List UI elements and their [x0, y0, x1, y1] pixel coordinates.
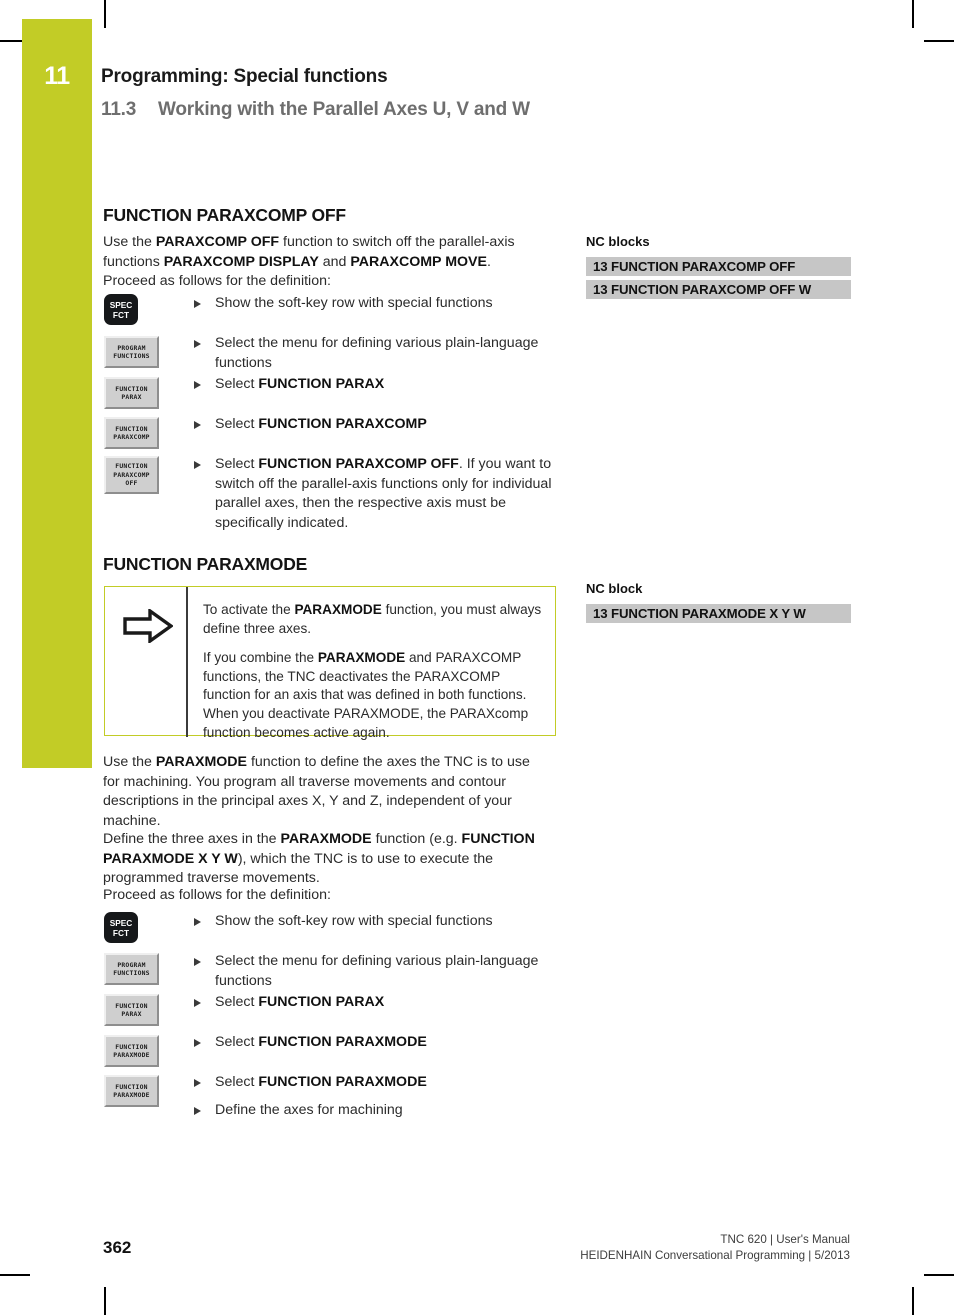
softkey-line: FUNCTION	[115, 1082, 148, 1091]
section-title: Working with the Parallel Axes U, V and …	[158, 99, 530, 120]
step-item: Show the soft-key row with special funct…	[194, 912, 564, 932]
softkey-function-paraxcomp[interactable]: FUNCTION PARAXCOMP	[104, 417, 159, 449]
softkey-line: FUNCTIONS	[113, 969, 150, 977]
hardkey-line: SPEC	[109, 299, 133, 310]
step-label: Select FUNCTION PARAXMODE	[215, 1074, 427, 1090]
hardkey-line: FCT	[112, 927, 130, 938]
step-item: Select FUNCTION PARAXMODE	[194, 1033, 564, 1053]
softkey-line: FUNCTION	[115, 424, 148, 433]
step-label: Select FUNCTION PARAXMODE	[215, 1034, 427, 1050]
nc-block-row: 13 FUNCTION PARAXCOMP OFF	[586, 257, 851, 276]
footer-line-2: HEIDENHAIN Conversational Programming | …	[580, 1248, 850, 1262]
softkey-program-functions[interactable]: PROGRAM FUNCTIONS	[104, 336, 159, 368]
softkey-line: PARAX	[121, 393, 142, 401]
crop-mark-bottom-left-horizontal	[0, 1274, 30, 1276]
crop-mark-top-right-vertical	[912, 0, 914, 28]
triangle-bullet-icon	[194, 957, 201, 966]
paragraph-paraxmode-3: Proceed as follows for the definition:	[103, 887, 331, 903]
softkey-line: FUNCTION	[115, 462, 148, 471]
softkey-line: FUNCTION	[115, 1042, 148, 1051]
softkey-line: PROGRAM	[117, 960, 146, 969]
manual-page: 11 Programming: Special functions 11.3 Wo…	[0, 0, 954, 1315]
step-item: Show the soft-key row with special funct…	[194, 294, 564, 314]
softkey-function-parax[interactable]: FUNCTION PARAX	[104, 377, 159, 409]
crop-mark-top-right-horizontal	[924, 40, 954, 42]
chapter-color-bar	[22, 19, 92, 768]
step-item: Select FUNCTION PARAX	[194, 375, 564, 395]
note-divider	[186, 587, 188, 737]
step-label: Define the axes for machining	[215, 1102, 403, 1118]
step-item: Select FUNCTION PARAX	[194, 993, 564, 1013]
right-arrow-icon	[123, 609, 173, 643]
triangle-bullet-icon	[194, 917, 201, 926]
footer-line-1: TNC 620 | User's Manual	[720, 1233, 850, 1246]
step-item: Select the menu for defining various pla…	[194, 952, 564, 991]
page-title: Programming: Special functions	[101, 66, 388, 87]
crop-mark-bottom-right-vertical	[912, 1287, 914, 1315]
paragraph-paraxmode-1: Use the PARAXMODE function to define the…	[103, 754, 530, 829]
note-text: To activate the PARAXMODE function, you …	[203, 601, 548, 742]
triangle-bullet-icon	[194, 1106, 201, 1115]
softkey-program-functions[interactable]: PROGRAM FUNCTIONS	[104, 953, 159, 985]
heading-paraxmode: FUNCTION PARAXMODE	[103, 554, 308, 574]
step-label: Select FUNCTION PARAX	[215, 994, 385, 1010]
triangle-bullet-icon	[194, 339, 201, 348]
softkey-line: PARAXMODE	[113, 1051, 150, 1059]
note-box: To activate the PARAXMODE function, you …	[104, 586, 556, 740]
softkey-line: FUNCTION	[115, 1001, 148, 1010]
page-number: 362	[103, 1238, 132, 1257]
softkey-function-paraxcomp-off[interactable]: FUNCTION PARAXCOMP OFF	[104, 456, 159, 494]
step-label: Select FUNCTION PARAXCOMP	[215, 416, 427, 432]
step-label: Show the soft-key row with special funct…	[215, 295, 493, 311]
softkey-line: PARAX	[121, 1010, 142, 1018]
hardkey-line: SPEC	[109, 917, 133, 928]
step-item: Select FUNCTION PARAXCOMP OFF. If you wa…	[194, 455, 564, 533]
triangle-bullet-icon	[194, 380, 201, 389]
triangle-bullet-icon	[194, 420, 201, 429]
triangle-bullet-icon	[194, 1078, 201, 1087]
nc-blocks-label-1: NC blocks	[586, 234, 650, 249]
paragraph-paraxmode-2: Define the three axes in the PARAXMODE f…	[103, 831, 535, 887]
step-label: Select FUNCTION PARAX	[215, 376, 385, 392]
softkey-line: PARAXCOMP	[113, 470, 150, 479]
nc-block-row: 13 FUNCTION PARAXCOMP OFF W	[586, 280, 851, 299]
softkey-line: PROGRAM	[117, 343, 146, 352]
step-item: Select the menu for defining various pla…	[194, 334, 564, 373]
step-label: Select FUNCTION PARAXCOMP OFF. If you wa…	[215, 456, 552, 531]
hardkey-line: FCT	[112, 309, 130, 320]
crop-mark-bottom-right-horizontal	[924, 1274, 954, 1276]
crop-mark-bottom-left-vertical	[104, 1287, 106, 1315]
step-item: Define the axes for machining	[194, 1101, 564, 1121]
footer-info: TNC 620 | User's Manual HEIDENHAIN Conve…	[580, 1232, 850, 1263]
softkey-function-parax[interactable]: FUNCTION PARAX	[104, 994, 159, 1026]
chapter-number: 11	[44, 62, 70, 90]
triangle-bullet-icon	[194, 1038, 201, 1047]
heading-paraxcomp-off: FUNCTION PARAXCOMP OFF	[103, 205, 346, 225]
softkey-function-paraxmode-1[interactable]: FUNCTION PARAXMODE	[104, 1035, 159, 1067]
step-item: Select FUNCTION PARAXMODE	[194, 1073, 564, 1093]
hardkey-spec-fct[interactable]: SPEC FCT	[104, 912, 138, 943]
note-paragraph: To activate the PARAXMODE function, you …	[203, 602, 542, 636]
softkey-line: OFF	[125, 479, 138, 488]
triangle-bullet-icon	[194, 998, 201, 1007]
softkey-line: FUNCTION	[115, 384, 148, 393]
section-subtitle: 11.3 Working with the Parallel Axes U, V …	[101, 99, 530, 121]
softkey-line: PARAXCOMP	[113, 433, 150, 441]
step-label: Show the soft-key row with special funct…	[215, 913, 493, 929]
step-label: Select the menu for defining various pla…	[215, 335, 539, 371]
softkey-line: FUNCTIONS	[113, 352, 150, 360]
section-number: 11.3	[101, 99, 137, 120]
nc-block-row: 13 FUNCTION PARAXMODE X Y W	[586, 604, 851, 623]
triangle-bullet-icon	[194, 299, 201, 308]
step-label: Select the menu for defining various pla…	[215, 953, 539, 989]
softkey-function-paraxmode-2[interactable]: FUNCTION PARAXMODE	[104, 1075, 159, 1107]
step-item: Select FUNCTION PARAXCOMP	[194, 415, 564, 435]
hardkey-spec-fct[interactable]: SPEC FCT	[104, 294, 138, 325]
nc-block-label-2: NC block	[586, 581, 643, 596]
crop-mark-top-left-vertical	[104, 0, 106, 28]
triangle-bullet-icon	[194, 460, 201, 469]
softkey-line: PARAXMODE	[113, 1091, 150, 1099]
paragraph-paraxcomp-off-intro: Use the PARAXCOMP OFF function to switch…	[103, 234, 515, 290]
note-paragraph: If you combine the PARAXMODE and PARAXCO…	[203, 650, 529, 740]
